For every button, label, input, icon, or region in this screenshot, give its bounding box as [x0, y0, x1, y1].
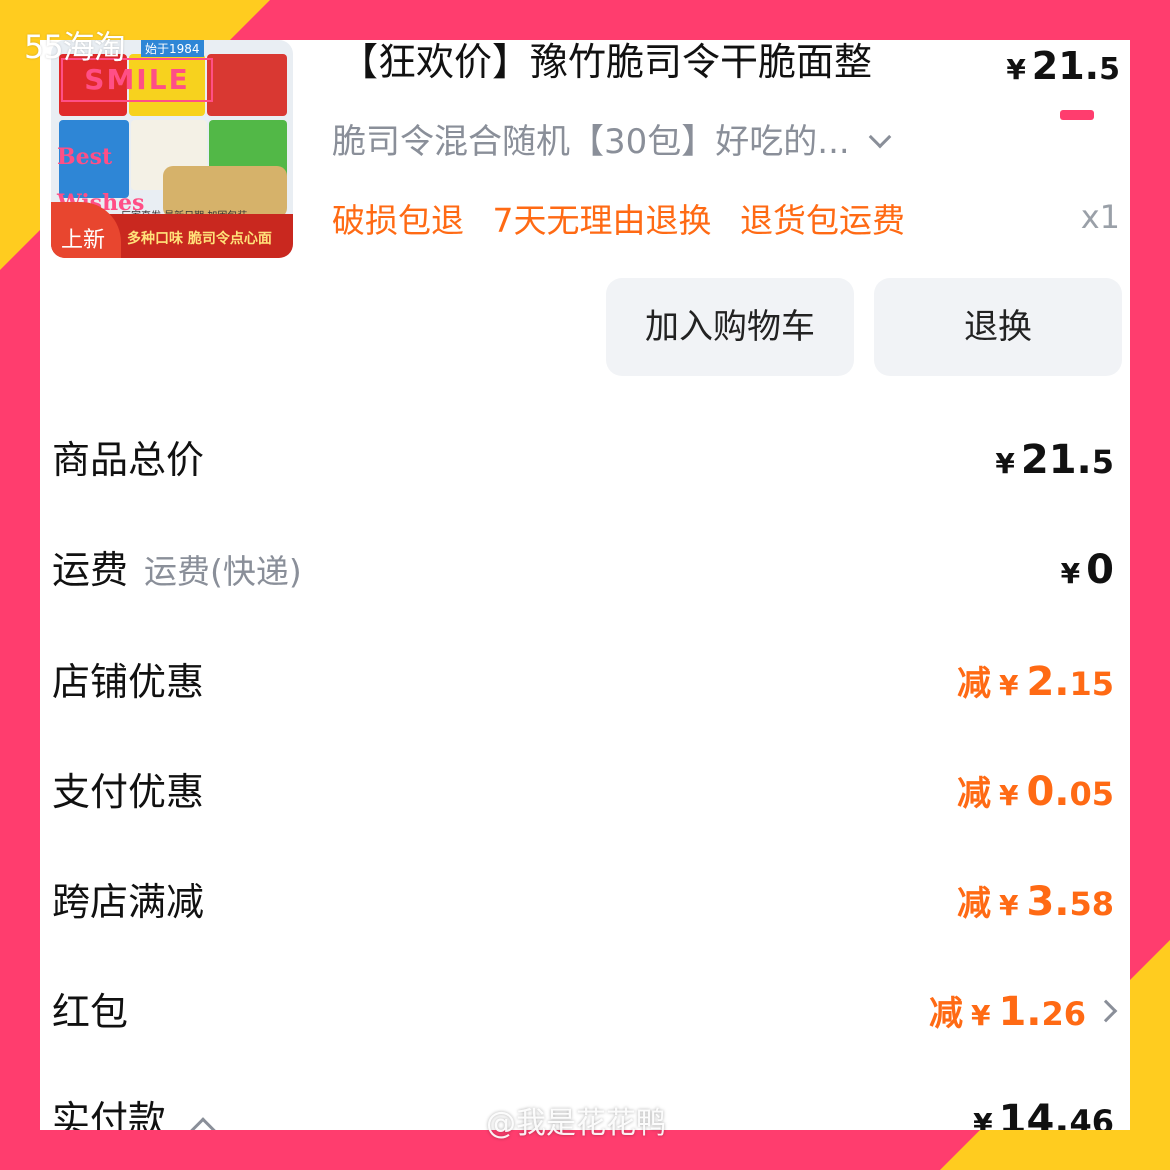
minus-prefix: 减: [956, 774, 991, 814]
tag-return-shipping: 退货包运费: [740, 201, 905, 240]
row-cross-store: 跨店满减 减 ¥3.58: [52, 872, 1114, 932]
store-discount-value: 减 ¥2.15: [957, 652, 1114, 716]
actual-int: 14.: [998, 1097, 1070, 1130]
store-discount-dec: 15: [1069, 665, 1114, 703]
watermark-bottom: @我是花花鸭: [486, 1106, 666, 1141]
currency-symbol: ¥: [998, 669, 1019, 702]
actual-label: 实付款: [52, 1098, 167, 1130]
pay-discount-dec: 05: [1069, 775, 1114, 813]
cross-store-dec: 58: [1069, 885, 1114, 923]
price-dec: 5: [1099, 52, 1120, 87]
red-packet-int: 1.: [998, 989, 1042, 1035]
currency-symbol: ¥: [998, 779, 1019, 812]
sku-selector[interactable]: 脆司令混合随机【30包】好吃的...: [332, 114, 892, 163]
pay-discount-value: 减 ¥0.05: [957, 762, 1114, 826]
pay-discount-int: 0.: [1026, 769, 1070, 815]
shipping-value: ¥0: [1061, 540, 1114, 604]
store-discount-int: 2.: [1026, 659, 1070, 705]
store-discount-label: 店铺优惠: [52, 660, 205, 704]
wishes-line-1: Best: [57, 144, 113, 170]
image-top-text: 始于1984: [141, 40, 204, 57]
minus-prefix: 减: [956, 884, 991, 924]
currency-symbol: ¥: [998, 889, 1019, 922]
product-image[interactable]: 始于1984 SMILE Best Wishes 厂家直发 最新日期 加固包装 …: [51, 40, 293, 258]
currency-symbol: ¥: [1060, 557, 1081, 590]
currency-symbol: ¥: [995, 447, 1015, 480]
service-tags: 破损包退 7天无理由退换 退货包运费: [332, 194, 923, 242]
shipping-int: 0: [1086, 547, 1114, 593]
chevron-up-icon: [190, 1117, 216, 1130]
chevron-right-icon: [1094, 999, 1118, 1023]
currency-symbol: ¥: [970, 999, 991, 1032]
actual-value: ¥14.46: [973, 1090, 1114, 1130]
product-price: ¥21.5: [1006, 44, 1120, 88]
watermark-top: 55海淘: [24, 28, 126, 66]
order-detail-panel: 始于1984 SMILE Best Wishes 厂家直发 最新日期 加固包装 …: [40, 40, 1130, 1130]
currency-symbol: ¥: [973, 1107, 993, 1130]
row-store-discount: 店铺优惠 减 ¥2.15: [52, 652, 1114, 712]
shipping-label-group: 运费 运费(快递): [52, 540, 302, 602]
red-packet-dec: 26: [1041, 995, 1086, 1033]
tag-damage-return: 破损包退: [332, 201, 464, 240]
chevron-down-icon: [868, 125, 892, 149]
shipping-label: 运费: [52, 548, 129, 592]
shipping-sub: 运费(快递): [144, 552, 302, 591]
return-exchange-button[interactable]: 退换: [874, 278, 1122, 376]
minus-prefix: 减: [956, 664, 991, 704]
package-red-2: [207, 54, 287, 116]
total-label: 商品总价: [52, 438, 205, 482]
row-red-packet[interactable]: 红包 减 ¥1.26: [52, 982, 1118, 1042]
red-packet-value[interactable]: 减 ¥1.26: [928, 982, 1118, 1046]
row-shipping: 运费 运费(快递) ¥0: [52, 540, 1114, 600]
row-total: 商品总价 ¥21.5: [52, 430, 1114, 490]
minus-dash-icon: [1060, 110, 1094, 120]
cross-store-label: 跨店满减: [52, 880, 205, 924]
total-value: ¥21.5: [995, 430, 1114, 494]
product-title[interactable]: 【狂欢价】豫竹脆司令干脆面整: [340, 40, 960, 94]
quantity: x1: [1080, 198, 1120, 236]
cross-store-int: 3.: [1026, 879, 1070, 925]
currency-symbol: ¥: [1006, 53, 1026, 86]
cross-store-value: 减 ¥3.58: [957, 872, 1114, 936]
minus-prefix: 减: [928, 994, 963, 1034]
red-packet-label: 红包: [52, 990, 129, 1034]
price-int: 21.: [1031, 44, 1100, 88]
image-banner-text: 多种口味 脆司令点心面: [127, 231, 272, 247]
total-dec: 5: [1091, 443, 1114, 481]
add-to-cart-button[interactable]: 加入购物车: [606, 278, 854, 376]
actual-label-group[interactable]: 实付款: [52, 1090, 216, 1130]
total-int: 21.: [1020, 437, 1092, 483]
actual-dec: 46: [1069, 1103, 1114, 1130]
sku-text: 脆司令混合随机【30包】好吃的...: [332, 122, 850, 162]
row-pay-discount: 支付优惠 减 ¥0.05: [52, 762, 1114, 822]
pay-discount-label: 支付优惠: [52, 770, 205, 814]
tag-7day-return: 7天无理由退换: [492, 201, 712, 240]
